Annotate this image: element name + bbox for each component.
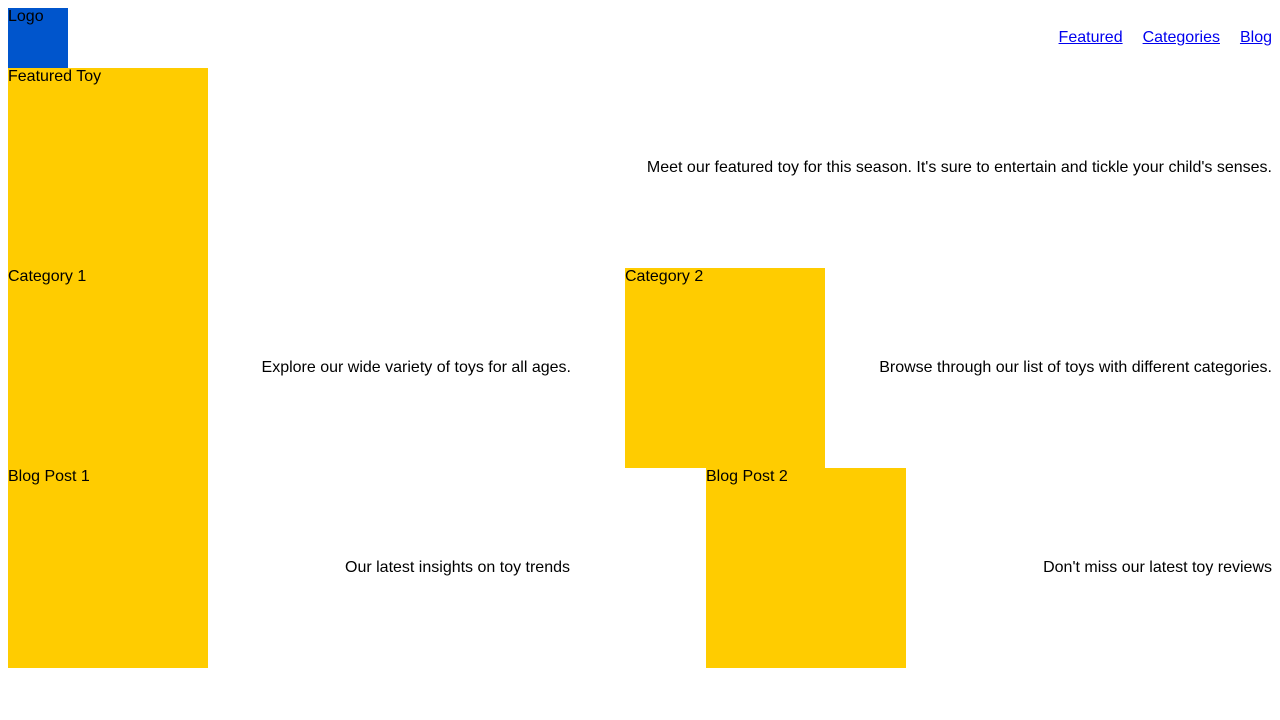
blog-post-description: Don't miss our latest toy reviews xyxy=(1043,559,1272,576)
category-description: Explore our wide variety of toys for all… xyxy=(261,359,571,376)
nav-link-categories[interactable]: Categories xyxy=(1143,29,1220,47)
blog-post-description: Our latest insights on toy trends xyxy=(345,559,570,576)
nav-link-featured[interactable]: Featured xyxy=(1059,29,1123,47)
featured-section: Featured Toy Meet our featured toy for t… xyxy=(8,68,1272,268)
nav-link-blog[interactable]: Blog xyxy=(1240,29,1272,47)
category-description: Browse through our list of toys with dif… xyxy=(879,359,1272,376)
featured-toy-description: Meet our featured toy for this season. I… xyxy=(646,159,1272,176)
site-header: Logo Featured Categories Blog xyxy=(8,8,1272,68)
categories-section: Category 1 Explore our wide variety of t… xyxy=(8,268,1272,468)
blog-section: Blog Post 1 Our latest insights on toy t… xyxy=(8,468,1272,668)
category-title: Category 2 xyxy=(625,268,704,285)
logo[interactable]: Logo xyxy=(8,8,68,68)
featured-toy-title: Featured Toy xyxy=(8,68,102,85)
category-title: Category 1 xyxy=(8,268,87,285)
blog-post-card-1[interactable]: Blog Post 1 xyxy=(8,468,208,668)
category-card-2[interactable]: Category 2 xyxy=(625,268,825,468)
logo-label: Logo xyxy=(8,8,44,25)
category-card-1[interactable]: Category 1 xyxy=(8,268,208,468)
page: Logo Featured Categories Blog Featured T… xyxy=(0,0,1280,720)
blog-post-title: Blog Post 1 xyxy=(8,468,90,485)
main-nav: Featured Categories Blog xyxy=(1059,29,1272,47)
featured-toy-card[interactable]: Featured Toy xyxy=(8,68,208,268)
blog-post-title: Blog Post 2 xyxy=(706,468,788,485)
blog-post-card-2[interactable]: Blog Post 2 xyxy=(706,468,906,668)
